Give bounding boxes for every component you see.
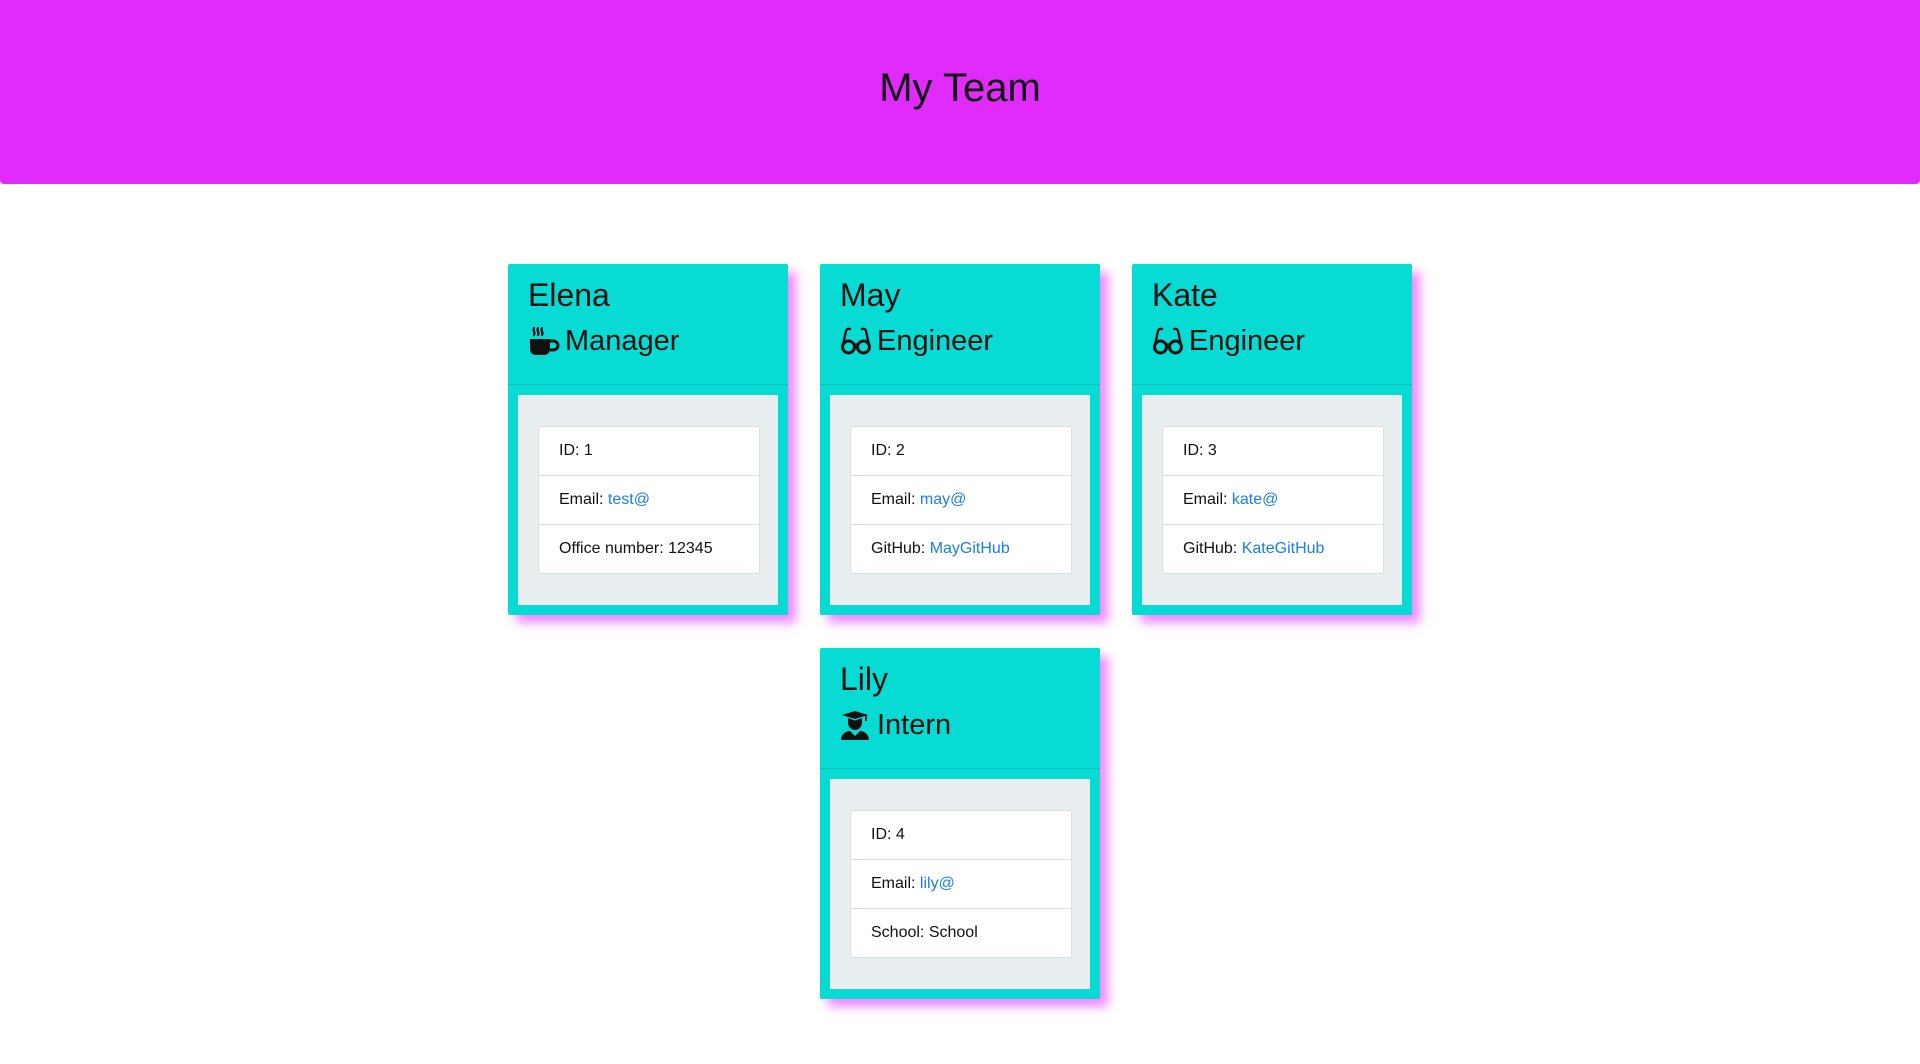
graduate-icon bbox=[840, 710, 872, 740]
page-title: My Team bbox=[879, 65, 1041, 110]
github-label: GitHub: bbox=[871, 540, 926, 557]
id-value: 2 bbox=[895, 442, 905, 459]
glasses-icon bbox=[1152, 326, 1184, 356]
email-label: Email: bbox=[1183, 491, 1228, 508]
id-row: ID: 4 bbox=[851, 811, 1071, 860]
id-row: ID: 3 bbox=[1163, 427, 1383, 476]
id-label: ID: bbox=[871, 442, 892, 459]
email-row: Email: lily@ bbox=[851, 860, 1071, 909]
github-label: GitHub: bbox=[1183, 540, 1238, 557]
id-value: 4 bbox=[895, 826, 905, 843]
id-label: ID: bbox=[871, 826, 892, 843]
card-body: ID: 4 Email: lily@ School: School bbox=[830, 779, 1090, 989]
employee-card-kate: Kate Engineer ID: 3 Email: kate@ GitHub:… bbox=[1132, 264, 1412, 615]
employee-card-elena: Elena Manager ID: 1 Email: test@ Office … bbox=[508, 264, 788, 615]
card-header: Lily Intern bbox=[820, 648, 1100, 769]
employee-card-lily: Lily Intern ID: 4 Email: lily@ School: S… bbox=[820, 648, 1100, 999]
employee-name: Kate bbox=[1152, 277, 1218, 313]
glasses-icon bbox=[840, 326, 872, 356]
employee-role: Manager bbox=[528, 323, 679, 359]
employee-card-may: May Engineer ID: 2 Email: may@ GitHub: M… bbox=[820, 264, 1100, 615]
coffee-icon bbox=[528, 326, 560, 356]
card-body: ID: 2 Email: may@ GitHub: MayGitHub bbox=[830, 395, 1090, 605]
page-header: My Team bbox=[0, 0, 1920, 184]
email-link[interactable]: may@ bbox=[920, 491, 966, 508]
card-header: May Engineer bbox=[820, 264, 1100, 385]
id-label: ID: bbox=[559, 442, 580, 459]
employee-role: Engineer bbox=[840, 323, 993, 359]
info-list: ID: 4 Email: lily@ School: School bbox=[850, 810, 1072, 958]
employee-role: Engineer bbox=[1152, 323, 1305, 359]
school-row: School: School bbox=[851, 909, 1071, 957]
id-value: 3 bbox=[1207, 442, 1217, 459]
email-link[interactable]: lily@ bbox=[920, 875, 955, 892]
github-link[interactable]: KateGitHub bbox=[1242, 540, 1325, 557]
employee-role-label: Engineer bbox=[1189, 325, 1306, 357]
id-row: ID: 1 bbox=[539, 427, 759, 476]
office-number-label: Office number: bbox=[559, 540, 664, 557]
employee-role-label: Intern bbox=[877, 709, 952, 741]
card-header: Elena Manager bbox=[508, 264, 788, 385]
card-body: ID: 3 Email: kate@ GitHub: KateGitHub bbox=[1142, 395, 1402, 605]
email-label: Email: bbox=[559, 491, 604, 508]
email-row: Email: may@ bbox=[851, 476, 1071, 525]
email-link[interactable]: kate@ bbox=[1232, 491, 1278, 508]
employee-role-label: Engineer bbox=[877, 325, 994, 357]
email-label: Email: bbox=[871, 491, 916, 508]
github-link[interactable]: MayGitHub bbox=[930, 540, 1010, 557]
id-value: 1 bbox=[583, 442, 593, 459]
email-row: Email: test@ bbox=[539, 476, 759, 525]
employee-name: Lily bbox=[840, 661, 889, 697]
id-label: ID: bbox=[1183, 442, 1204, 459]
employee-role-label: Manager bbox=[565, 325, 680, 357]
employee-role: Intern bbox=[840, 707, 951, 743]
school-value: School bbox=[928, 924, 978, 941]
info-list: ID: 1 Email: test@ Office number: 12345 bbox=[538, 426, 760, 574]
card-header: Kate Engineer bbox=[1132, 264, 1412, 385]
email-row: Email: kate@ bbox=[1163, 476, 1383, 525]
employee-name: May bbox=[840, 277, 901, 313]
email-link[interactable]: test@ bbox=[608, 491, 650, 508]
employee-name: Elena bbox=[528, 277, 610, 313]
card-body: ID: 1 Email: test@ Office number: 12345 bbox=[518, 395, 778, 605]
id-row: ID: 2 bbox=[851, 427, 1071, 476]
office-number-row: Office number: 12345 bbox=[539, 525, 759, 573]
github-row: GitHub: KateGitHub bbox=[1163, 525, 1383, 573]
info-list: ID: 3 Email: kate@ GitHub: KateGitHub bbox=[1162, 426, 1384, 574]
info-list: ID: 2 Email: may@ GitHub: MayGitHub bbox=[850, 426, 1072, 574]
office-number-value: 12345 bbox=[668, 540, 713, 557]
github-row: GitHub: MayGitHub bbox=[851, 525, 1071, 573]
email-label: Email: bbox=[871, 875, 916, 892]
school-label: School: bbox=[871, 924, 925, 941]
